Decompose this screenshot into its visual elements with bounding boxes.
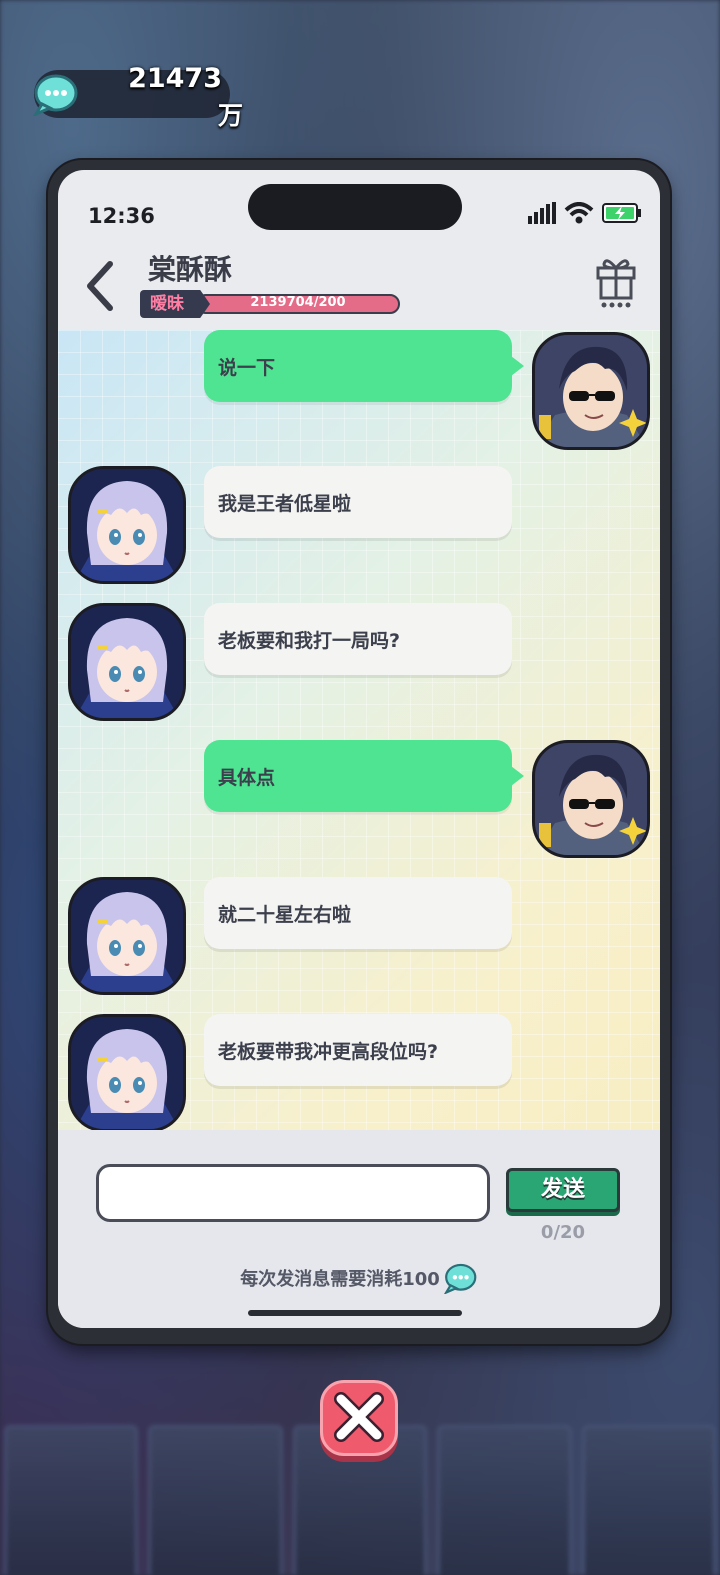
currency-amount: 21473 — [128, 63, 222, 94]
battery-charging-icon — [602, 203, 641, 223]
message-row: 老板要带我冲更高段位吗? — [58, 1014, 660, 1130]
close-icon — [334, 1392, 384, 1442]
message-bubble-incoming: 我是王者低星啦 — [204, 466, 512, 538]
affinity-meter: 2139704/200 暧昧 — [140, 290, 402, 318]
close-button[interactable] — [320, 1380, 398, 1456]
chat-area[interactable]: 说一下 我是王者低星啦 老板要和我打一局吗? 具体点 就二十星左右啦 老板要带我… — [58, 330, 660, 1130]
girl-avatar-icon — [71, 469, 183, 581]
gift-icon[interactable] — [594, 252, 638, 308]
message-row: 说一下 — [58, 330, 660, 450]
status-icons — [528, 202, 642, 224]
message-input[interactable] — [96, 1164, 490, 1222]
message-row: 具体点 — [58, 740, 660, 858]
status-time: 12:36 — [88, 204, 155, 228]
currency-display: 21473 万 — [33, 65, 243, 130]
dynamic-island — [248, 184, 462, 230]
user-avatar — [532, 332, 650, 450]
message-bubble-incoming: 老板要带我冲更高段位吗? — [204, 1014, 512, 1086]
message-bubble-incoming: 老板要和我打一局吗? — [204, 603, 512, 675]
chat-bubble-coin-icon — [33, 74, 78, 116]
contact-avatar — [68, 466, 186, 584]
affinity-level-tag: 暧昧 — [140, 290, 210, 318]
signal-icon — [528, 202, 556, 224]
contact-avatar — [68, 603, 186, 721]
girl-avatar-icon — [71, 880, 183, 992]
boy-avatar-icon — [535, 335, 647, 447]
message-composer: 发送 0/20 每次发消息需要消耗100 — [58, 1130, 660, 1328]
contact-avatar — [68, 877, 186, 995]
affinity-progress-bar: 2139704/200 — [196, 294, 400, 314]
back-arrow-icon[interactable] — [80, 258, 120, 314]
chat-bubble-coin-icon — [443, 1263, 477, 1294]
boy-avatar-icon — [535, 743, 647, 855]
contact-avatar — [68, 1014, 186, 1130]
girl-avatar-icon — [71, 606, 183, 718]
message-bubble-incoming: 就二十星左右啦 — [204, 877, 512, 949]
send-button[interactable]: 发送 — [506, 1168, 620, 1212]
phone-frame: 12:36 棠酥酥 2139704/200 暧昧 说一下 我是王者低星啦 老板要… — [48, 160, 670, 1344]
message-row: 老板要和我打一局吗? — [58, 603, 660, 721]
affinity-progress-text: 2139704/200 — [250, 295, 346, 310]
currency-unit: 万 — [218, 101, 244, 130]
message-bubble-outgoing: 说一下 — [204, 330, 524, 402]
message-cost-note: 每次发消息需要消耗100 — [58, 1262, 660, 1294]
girl-avatar-icon — [71, 1017, 183, 1129]
user-avatar — [532, 740, 650, 858]
phone-screen: 12:36 棠酥酥 2139704/200 暧昧 说一下 我是王者低星啦 老板要… — [58, 170, 660, 1328]
home-indicator — [248, 1310, 462, 1316]
message-bubble-outgoing: 具体点 — [204, 740, 524, 812]
contact-name: 棠酥酥 — [148, 253, 233, 286]
wifi-icon — [564, 202, 594, 224]
message-row: 就二十星左右啦 — [58, 877, 660, 995]
message-row: 我是王者低星啦 — [58, 466, 660, 584]
cost-note-text: 每次发消息需要消耗100 — [240, 1269, 440, 1290]
char-count: 0/20 — [540, 1222, 586, 1243]
